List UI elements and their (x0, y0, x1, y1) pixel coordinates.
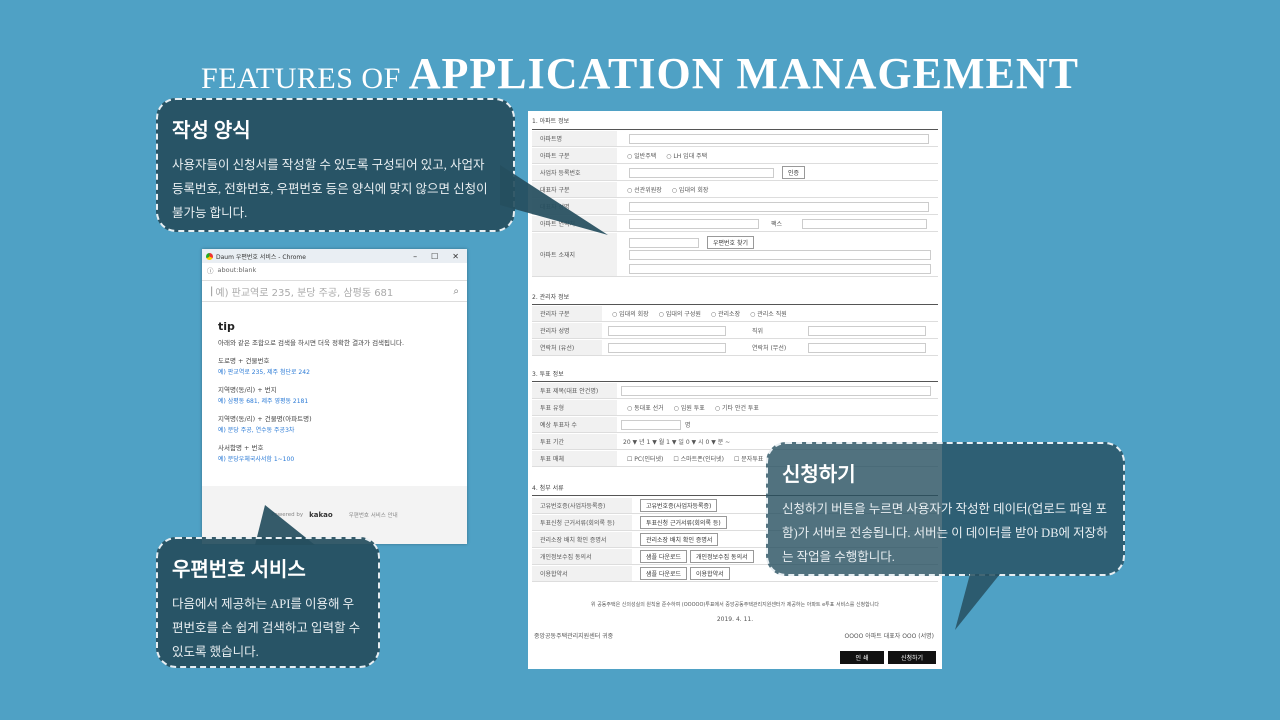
radio-general[interactable]: ○ 일반주택 (627, 151, 656, 160)
service-guide-link[interactable]: 우편번호 서비스 안내 (349, 511, 398, 519)
mobile-input[interactable] (808, 342, 926, 353)
fax-input[interactable] (802, 218, 928, 229)
close-icon[interactable]: ✕ (452, 252, 459, 261)
file-button[interactable]: 고유번호증(사업자등록증) (640, 499, 718, 512)
address-input[interactable] (629, 250, 931, 260)
callout-form: 작성 양식 사용자들이 신청서를 작성할 수 있도록 구성되어 있고, 사업자 … (156, 98, 515, 232)
sample-download-button[interactable]: 샘플 다운로드 (640, 567, 688, 580)
callout-apply: 신청하기 신청하기 버튼을 누르면 사용자가 작성한 데이터(업로드 파일 포함… (766, 442, 1125, 576)
row-vote-type: 투표 유형 ○ 동대표 선거 ○ 임원 투표 ○ 기타 안건 투표 (532, 400, 938, 416)
radio-vote-1[interactable]: ○ 동대표 선거 (627, 403, 664, 412)
row-mgr-name: 관리자 성명 직위 (532, 323, 938, 339)
tip-example: 지역명(동/리) + 번지 예) 삼평동 681, 제주 영평동 2181 (218, 386, 309, 405)
postal-search-button[interactable]: 우편번호 찾기 (707, 236, 755, 249)
auth-button[interactable]: 인증 (782, 166, 806, 179)
title-prefix: FEATURES OF (201, 62, 409, 95)
phone-input[interactable] (608, 342, 726, 353)
title-main: APPLICATION MANAGEMENT (408, 49, 1079, 98)
section-attachments: 4. 첨부 서류 (532, 485, 564, 492)
form-recipient: 중앙공동주택관리지원센터 귀중 (534, 633, 614, 640)
search-placeholder: 예) 판교역로 235, 분당 주공, 삼평동 681 (215, 287, 394, 299)
section-manager-info: 2. 관리자 정보 (532, 294, 570, 301)
radio-mgr-3[interactable]: ○ 관리소장 (711, 309, 740, 318)
file-button[interactable]: 개인정보수집 동의서 (690, 550, 754, 563)
maximize-icon[interactable]: ☐ (431, 252, 438, 261)
chrome-icon (206, 252, 213, 260)
form-notice: 위 공동주택은 신의성실의 원칙을 준수하여 (OOOOO)투표에서 중앙공동주… (591, 602, 879, 608)
callout-postal-heading: 우편번호 서비스 (172, 559, 306, 581)
row-voters: 예상 투표자 수 명 (532, 417, 938, 433)
popup-titlebar: Daum 우편번호 서비스 - Chrome – ☐ ✕ (202, 249, 467, 263)
search-icon[interactable]: ⌕ (453, 286, 459, 297)
postal-search-input[interactable]: | 예) 판교역로 235, 분당 주공, 삼평동 681 ⌕ (202, 280, 467, 302)
callout-postal-body: 다음에서 제공하는 API를 이용해 우편번호를 손 쉽게 검색하고 입력할 수… (172, 597, 361, 659)
section-apartment-info: 1. 아파트 정보 (532, 118, 570, 125)
apt-phone-input[interactable] (629, 218, 759, 229)
address-bar[interactable]: ⓘ about:blank (202, 263, 467, 276)
tip-title: tip (218, 320, 235, 333)
form-signer: OOOO 아파트 대표자 OOO (서명) (844, 633, 934, 640)
tip-example: 사서함명 + 번호 예) 분당우체국사서함 1~100 (218, 444, 295, 463)
vote-title-input[interactable] (621, 385, 931, 396)
file-button[interactable]: 관리소장 배치 확인 증명서 (640, 533, 719, 546)
radio-chair[interactable]: ○ 입대의 회장 (672, 185, 709, 194)
position-input[interactable] (808, 325, 926, 336)
callout-apply-body: 신청하기 버튼을 누르면 사용자가 작성한 데이터(업로드 파일 포함)가 서버… (782, 502, 1108, 564)
callout-postal: 우편번호 서비스 다음에서 제공하는 API를 이용해 우편번호를 손 쉽게 검… (156, 537, 380, 668)
postal-code-input[interactable] (629, 237, 699, 248)
callout-apply-tail (955, 574, 1000, 630)
address-text: about:blank (217, 265, 257, 274)
radio-vote-2[interactable]: ○ 임원 투표 (674, 403, 705, 412)
check-sms[interactable]: ☐ 문자투표 (734, 454, 763, 463)
print-button[interactable]: 인 쇄 (840, 651, 884, 664)
callout-form-tail (500, 165, 608, 235)
apply-button[interactable]: 신청하기 (888, 651, 936, 664)
rep-name-input[interactable] (629, 201, 929, 212)
callout-form-body: 사용자들이 신청서를 작성할 수 있도록 구성되어 있고, 사업자 등록번호, … (172, 158, 488, 220)
callout-apply-heading: 신청하기 (782, 464, 856, 486)
minimize-icon[interactable]: – (413, 252, 417, 261)
form-date: 2019. 4. 11. (716, 616, 754, 623)
row-mgr-type: 관리자 구분 ○ 입대의 회장 ○ 입대의 구성원 ○ 관리소장 ○ 관리소 직… (532, 306, 938, 322)
check-pc[interactable]: ☐ PC(인터넷) (627, 454, 663, 463)
voters-input[interactable] (621, 419, 681, 430)
biz-no-input[interactable] (629, 167, 774, 178)
radio-mgr-4[interactable]: ○ 관리소 직원 (750, 309, 787, 318)
callout-form-heading: 작성 양식 (172, 120, 251, 142)
radio-mgr-2[interactable]: ○ 입대의 구성원 (659, 309, 701, 318)
check-phone[interactable]: ☐ 스마트폰(인터넷) (673, 454, 724, 463)
period-selects[interactable]: 20 ▼ 년 1 ▼ 월 1 ▼ 일 0 ▼ 시 0 ▼ 분 ~ (623, 437, 730, 446)
radio-lh[interactable]: ○ LH 임대 주택 (666, 151, 707, 160)
slide-title: FEATURES OF APPLICATION MANAGEMENT (0, 48, 1280, 99)
row-vote-title: 투표 제목(대표 안건명) (532, 383, 938, 399)
popup-window-title: Daum 우편번호 서비스 - Chrome (216, 253, 306, 261)
info-icon: ⓘ (207, 266, 214, 275)
radio-mgr-1[interactable]: ○ 입대의 회장 (612, 309, 649, 318)
file-button[interactable]: 투표신청 근거서류(회의록 등) (640, 516, 727, 529)
radio-election[interactable]: ○ 선관위원장 (627, 185, 662, 194)
tip-description: 아래와 같은 조합으로 검색을 하시면 더욱 정확한 결과가 검색됩니다. (218, 339, 405, 347)
mgr-name-input[interactable] (608, 325, 726, 336)
row-apt-name: 아파트명 (532, 131, 938, 147)
section-vote-info: 3. 투표 정보 (532, 371, 564, 378)
apt-name-input[interactable] (629, 133, 929, 144)
radio-vote-3[interactable]: ○ 기타 안건 투표 (715, 403, 759, 412)
sample-download-button[interactable]: 샘플 다운로드 (640, 550, 688, 563)
row-contact: 연락처 (유선) 연락처 (무선) (532, 340, 938, 356)
tip-example: 도로명 + 건물번호 예) 판교역로 235, 제주 첨단로 242 (218, 357, 310, 376)
file-button[interactable]: 이용합약서 (690, 567, 730, 580)
address-detail-input[interactable] (629, 264, 931, 274)
tip-example: 지역명(동/리) + 건물명(아파트명) 예) 분당 주공, 연수동 주공3차 (218, 415, 312, 434)
